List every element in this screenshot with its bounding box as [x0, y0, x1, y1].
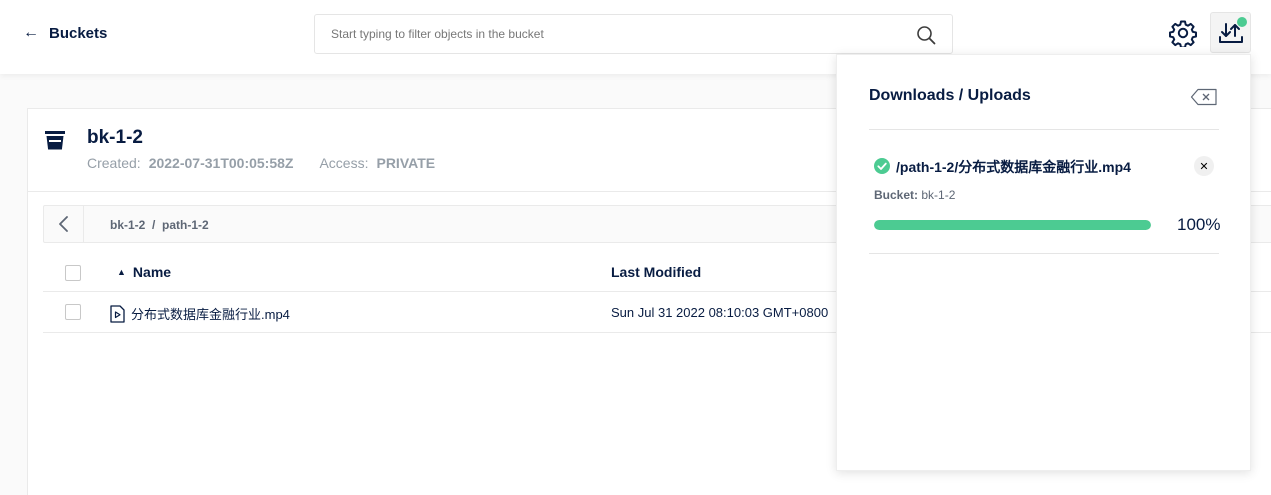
progress-bar-fill — [874, 220, 1151, 230]
select-all-checkbox[interactable] — [65, 265, 81, 281]
last-modified-cell: Sun Jul 31 2022 08:10:03 GMT+0800 — [611, 305, 829, 320]
transfer-item-bucket: Bucket: bk-1-2 — [874, 188, 955, 202]
panel-divider-top — [869, 129, 1219, 130]
backspace-clear-icon[interactable] — [1190, 88, 1218, 106]
progress-text: 100% — [1177, 215, 1221, 234]
chevron-left-icon — [58, 216, 68, 232]
row-checkbox[interactable] — [65, 304, 81, 320]
back-label: Buckets — [49, 24, 108, 42]
progress-bar — [874, 220, 1151, 230]
column-header-last-modified[interactable]: Last Modified — [611, 264, 701, 280]
search-box — [314, 14, 953, 54]
close-icon[interactable]: ✕ — [1194, 156, 1214, 176]
column-header-name[interactable]: ▲ Name — [117, 264, 171, 280]
bucket-name: bk-1-2 — [87, 127, 143, 148]
downloads-uploads-panel: Downloads / Uploads /path-1-2/分布式数据库金融行业… — [836, 54, 1251, 471]
bucket-icon — [45, 131, 65, 150]
transfer-item-path: /path-1-2/分布式数据库金融行业.mp4 — [896, 159, 1131, 175]
file-name-cell[interactable]: 分布式数据库金融行业.mp4 — [110, 304, 290, 323]
back-arrow-icon: ← — [23, 24, 39, 41]
panel-title: Downloads / Uploads — [869, 87, 1031, 104]
search-icon[interactable] — [916, 25, 936, 45]
created-label: Created: — [87, 155, 141, 171]
bucket-meta: Created: 2022-07-31T00:05:58Z Access: PR… — [87, 155, 435, 171]
gear-icon — [1169, 20, 1197, 47]
bucket-value: bk-1-2 — [921, 188, 956, 202]
search-input[interactable] — [315, 15, 905, 53]
access-label: Access: — [319, 155, 369, 171]
access-value: PRIVATE — [376, 155, 436, 171]
settings-button[interactable] — [1166, 16, 1200, 50]
status-dot — [1237, 17, 1247, 27]
check-circle-icon — [874, 158, 890, 174]
video-file-icon — [110, 304, 125, 323]
column-header-name-label: Name — [132, 264, 172, 280]
file-name: 分布式数据库金融行业.mp4 — [131, 307, 290, 322]
downloads-uploads-button[interactable] — [1210, 12, 1251, 53]
created-value: 2022-07-31T00:05:58Z — [148, 155, 294, 171]
sort-ascending-icon: ▲ — [117, 267, 126, 277]
breadcrumb[interactable]: bk-1-2 / path-1-2 — [110, 218, 209, 232]
bucket-label: Bucket: — [874, 188, 919, 202]
breadcrumb-back-button[interactable] — [44, 206, 84, 242]
panel-divider-bottom — [869, 253, 1219, 254]
back-to-buckets-link[interactable]: ← Buckets — [23, 24, 107, 42]
